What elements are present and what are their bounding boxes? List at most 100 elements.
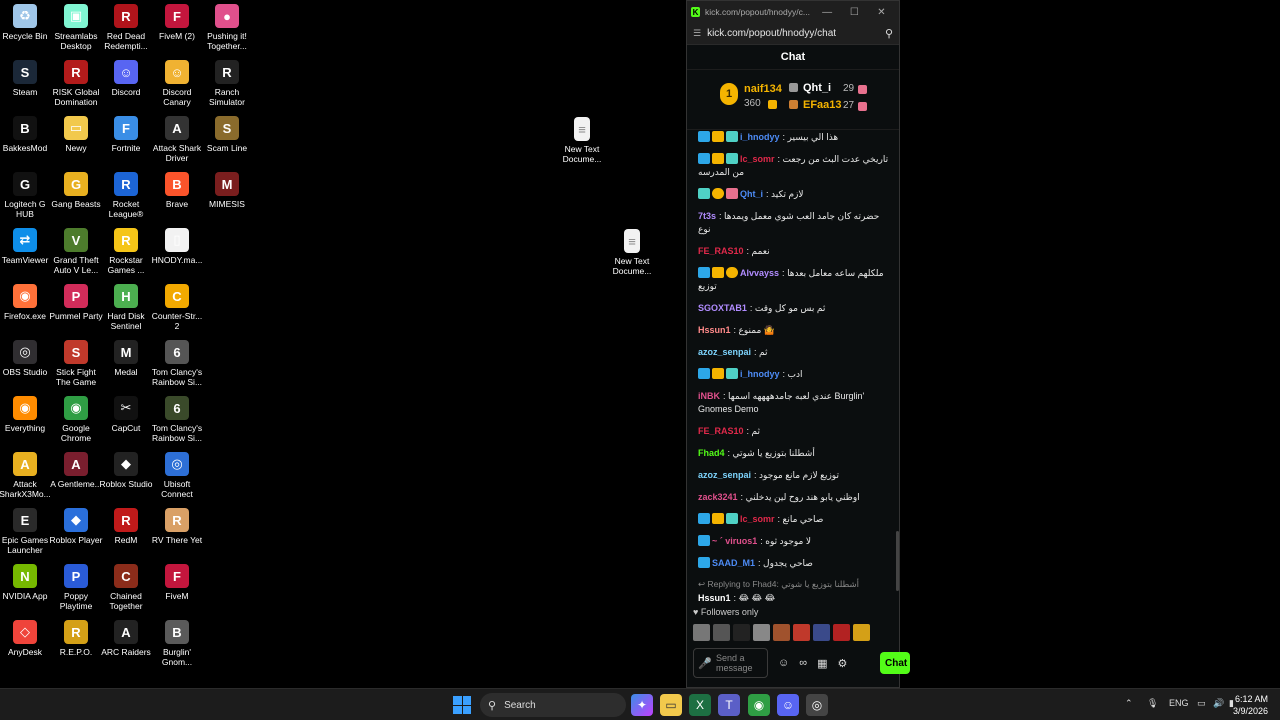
desktop-shortcut[interactable]: ◉ Google Chrome bbox=[51, 396, 101, 443]
desktop-shortcut[interactable]: H Hard Disk Sentinel bbox=[101, 284, 151, 331]
chrome-taskbar-icon[interactable]: ◉ bbox=[748, 694, 770, 716]
microphone-tray-icon[interactable]: 🎙 bbox=[1147, 698, 1158, 709]
desktop-shortcut[interactable]: A A Gentleme... bbox=[50, 452, 102, 489]
chat-username[interactable]: Alvvayss bbox=[740, 268, 779, 278]
desktop-shortcut[interactable]: ☺ Discord bbox=[101, 60, 151, 97]
send-chat-button[interactable]: Chat bbox=[880, 652, 910, 674]
desktop-shortcut[interactable]: V Grand Theft Auto V Le... bbox=[51, 228, 101, 275]
desktop-shortcut[interactable]: R R.E.P.O. bbox=[51, 620, 101, 657]
desktop-shortcut[interactable]: P Pummel Party bbox=[49, 284, 103, 321]
app-taskbar-icon[interactable]: ◎ bbox=[806, 694, 828, 716]
desktop-shortcut[interactable]: ◉ Everything bbox=[0, 396, 50, 433]
settings-gear-icon[interactable]: ⚙ bbox=[837, 657, 847, 670]
desktop-shortcut[interactable]: ✂ CapCut bbox=[101, 396, 151, 433]
desktop-shortcut[interactable]: R Ranch Simulator bbox=[202, 60, 252, 107]
desktop-shortcut[interactable]: A Attack SharkX3Mo... bbox=[0, 452, 51, 499]
teams-icon[interactable]: T bbox=[718, 694, 740, 716]
emote-icon[interactable] bbox=[753, 624, 770, 641]
chat-message[interactable]: i_hnodyy: ادب bbox=[698, 368, 891, 381]
chat-message[interactable]: FE_RAS10: ثم bbox=[698, 425, 891, 438]
leader-second-name[interactable]: Qht_i bbox=[803, 82, 831, 94]
desktop-shortcut[interactable]: S Scam Line bbox=[202, 116, 252, 153]
emote-icon[interactable] bbox=[773, 624, 790, 641]
chat-message[interactable]: Hssun1: 😂 😂 😂 bbox=[698, 592, 891, 601]
chat-username[interactable]: Qht_i bbox=[740, 189, 763, 199]
chat-scrollbar[interactable] bbox=[896, 531, 899, 591]
chat-username[interactable]: i_hnodyy bbox=[740, 132, 780, 142]
desktop-shortcut[interactable]: ◉ Firefox.exe bbox=[0, 284, 50, 321]
desktop-shortcut[interactable]: F Fortnite bbox=[101, 116, 151, 153]
chat-username[interactable]: SGOXTAB1 bbox=[698, 303, 747, 313]
desktop-shortcut[interactable]: M Medal bbox=[101, 340, 151, 377]
desktop-shortcut[interactable]: R RISK Global Domination bbox=[51, 60, 101, 107]
chat-username[interactable]: Hssun1 bbox=[698, 593, 731, 601]
chat-username[interactable]: lc_somr bbox=[740, 514, 775, 524]
chat-username[interactable]: lc_somr bbox=[740, 154, 775, 164]
desktop-shortcut[interactable]: R RedM bbox=[101, 508, 151, 545]
chat-username[interactable]: 7t3s bbox=[698, 211, 716, 221]
leader-first-name[interactable]: naif134 bbox=[744, 83, 782, 95]
chat-message[interactable]: zack3241: اوظني يابو هند روح لين يدخلني bbox=[698, 491, 891, 504]
desktop-shortcut[interactable]: P Poppy Playtime bbox=[51, 564, 101, 611]
chat-message[interactable]: FE_RAS10: نعمم bbox=[698, 245, 891, 258]
emote-icon[interactable] bbox=[833, 624, 850, 641]
chat-username[interactable]: zack3241 bbox=[698, 492, 738, 502]
desktop-shortcut[interactable]: ☺ Discord Canary bbox=[152, 60, 202, 107]
zoom-icon[interactable]: ⚲ bbox=[885, 27, 893, 40]
chat-message[interactable]: Alvvayss: ملكلهم ساعه معامل بعدها توزيع bbox=[698, 267, 891, 293]
chat-message[interactable]: lc_somr: صاحي مانع bbox=[698, 513, 891, 526]
emote-icon[interactable] bbox=[733, 624, 750, 641]
text-document-shortcut[interactable]: ≡ New Text Docume... bbox=[607, 229, 657, 276]
desktop-shortcut[interactable]: B Burglin' Gnom... bbox=[152, 620, 202, 667]
desktop-shortcut[interactable]: ◇ AnyDesk bbox=[0, 620, 50, 657]
chat-input[interactable]: 🎤 Send a message bbox=[693, 648, 768, 678]
maximize-button[interactable]: ☐ bbox=[841, 7, 868, 18]
chat-username[interactable]: SAAD_M1 bbox=[712, 558, 755, 568]
desktop-shortcut[interactable]: F FiveM (2) bbox=[152, 4, 202, 41]
chat-message[interactable]: lc_somr: تاريخي عدت البث من رجعت من المد… bbox=[698, 153, 891, 179]
desktop-shortcut[interactable]: ◎ OBS Studio bbox=[0, 340, 50, 377]
volume-icon[interactable]: 🔊 bbox=[1213, 698, 1224, 709]
chat-message[interactable]: ~ ´ viruos1: لا موجود ثوه bbox=[698, 535, 891, 548]
chat-message[interactable]: i_hnodyy: هذا الي بيسير bbox=[698, 131, 891, 144]
chat-message[interactable]: azoz_senpai: توزيع لازم مانع موجود bbox=[698, 469, 891, 482]
chat-username[interactable]: azoz_senpai bbox=[698, 347, 751, 357]
chat-username[interactable]: Hssun1 bbox=[698, 325, 731, 335]
chat-username[interactable]: FE_RAS10 bbox=[698, 246, 744, 256]
chat-username[interactable]: FE_RAS10 bbox=[698, 426, 744, 436]
minimize-button[interactable]: — bbox=[814, 7, 841, 18]
desktop-shortcut[interactable]: B BakkesMod bbox=[0, 116, 50, 153]
desktop-shortcut[interactable]: ▣ Streamlabs Desktop bbox=[51, 4, 101, 51]
desktop-shortcut[interactable]: R Rockstar Games ... bbox=[101, 228, 151, 275]
desktop-shortcut[interactable]: R Rocket League® bbox=[101, 172, 151, 219]
discord-taskbar-icon[interactable]: ☺ bbox=[777, 694, 799, 716]
predictions-icon[interactable]: ∞ bbox=[799, 657, 807, 669]
emote-icon[interactable] bbox=[853, 624, 870, 641]
desktop-shortcut[interactable]: ⇄ TeamViewer bbox=[0, 228, 50, 265]
file-explorer-icon[interactable]: ▭ bbox=[660, 694, 682, 716]
excel-icon[interactable]: X bbox=[689, 694, 711, 716]
chat-username[interactable]: i_hnodyy bbox=[740, 369, 780, 379]
desktop-shortcut[interactable]: B Brave bbox=[152, 172, 202, 209]
url-bar[interactable]: ☰ kick.com/popout/hnodyy/chat ⚲ bbox=[687, 23, 899, 45]
desktop-shortcut[interactable]: ◎ Ubisoft Connect bbox=[152, 452, 202, 499]
chat-username[interactable]: Fhad4 bbox=[698, 448, 725, 458]
chat-messages[interactable]: i_hnodyy: هذا الي بيسير lc_somr: تاريخي ع… bbox=[687, 131, 899, 601]
desktop-shortcut[interactable]: G Logitech G HUB bbox=[0, 172, 50, 219]
desktop-shortcut[interactable]: ▭ Newy bbox=[51, 116, 101, 153]
desktop-shortcut[interactable]: R RV There Yet bbox=[152, 508, 202, 545]
chat-message[interactable]: SAAD_M1: صاحي يجدول bbox=[698, 557, 891, 570]
emote-picker-icon[interactable]: ☺ bbox=[778, 657, 789, 669]
desktop-shortcut[interactable]: E Epic Games Launcher bbox=[0, 508, 50, 555]
desktop-shortcut[interactable]: 6 Tom Clancy's Rainbow Si... bbox=[152, 396, 202, 443]
emote-bar[interactable] bbox=[693, 624, 870, 641]
text-document-shortcut[interactable]: ≡ New Text Docume... bbox=[557, 117, 607, 164]
site-info-icon[interactable]: ☰ bbox=[693, 28, 701, 39]
emote-icon[interactable] bbox=[693, 624, 710, 641]
desktop-shortcut[interactable]: A Attack Shark Driver bbox=[152, 116, 202, 163]
desktop-shortcut[interactable]: ● Pushing it! Together... bbox=[202, 4, 252, 51]
desktop-shortcut[interactable]: ▯ HNODY.ma... bbox=[152, 228, 202, 265]
close-button[interactable]: ✕ bbox=[868, 7, 895, 18]
chat-message[interactable]: azoz_senpai: ثم bbox=[698, 346, 891, 359]
chat-message[interactable]: Hssun1: ممنوع 🤷 bbox=[698, 324, 891, 337]
